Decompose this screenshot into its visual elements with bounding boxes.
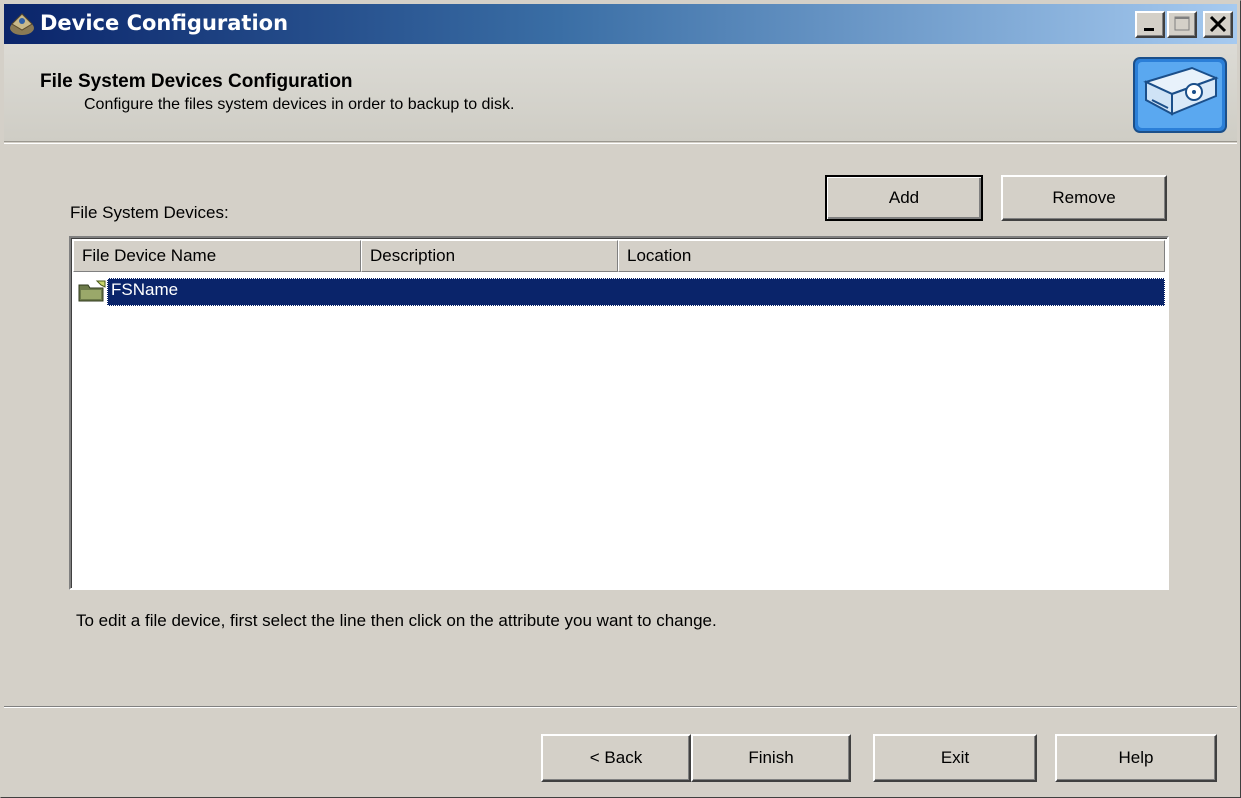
device-name-cell[interactable]: FSName [111,280,178,300]
page-subtitle: Configure the files system devices in or… [84,96,515,113]
close-button[interactable] [1203,11,1233,38]
title-bar[interactable]: Device Configuration [4,4,1237,44]
minimize-icon [1144,28,1154,31]
window-title: Device Configuration [40,11,289,35]
edit-hint-text: To edit a file device, first select the … [76,611,717,630]
wizard-header: File System Devices Configuration Config… [4,44,1237,142]
exit-button[interactable]: Exit [873,734,1037,782]
column-header-file-device-name[interactable]: File Device Name [73,240,361,272]
minimize-button[interactable] [1135,11,1165,38]
app-icon [10,13,34,35]
disk-backup-icon [1133,57,1227,133]
folder-device-icon [78,280,106,302]
back-button[interactable]: < Back [541,734,691,782]
remove-button[interactable]: Remove [1001,175,1167,221]
list-item[interactable]: FSName [73,276,1165,306]
selection-highlight [107,278,1165,306]
device-configuration-window: Device Configuration File System Devices… [0,0,1241,798]
add-button[interactable]: Add [825,175,983,221]
devices-label: File System Devices: [70,203,229,222]
help-button[interactable]: Help [1055,734,1217,782]
column-header-description[interactable]: Description [361,240,618,272]
maximize-button[interactable] [1167,11,1197,38]
list-header: File Device Name Description Location [73,240,1165,272]
page-title: File System Devices Configuration [40,71,353,92]
finish-button[interactable]: Finish [691,734,851,782]
file-devices-list[interactable]: File Device Name Description Location FS… [69,236,1169,590]
header-separator [4,143,1237,144]
close-icon [1209,15,1227,33]
column-header-location[interactable]: Location [618,240,1165,272]
maximize-icon [1174,16,1190,31]
